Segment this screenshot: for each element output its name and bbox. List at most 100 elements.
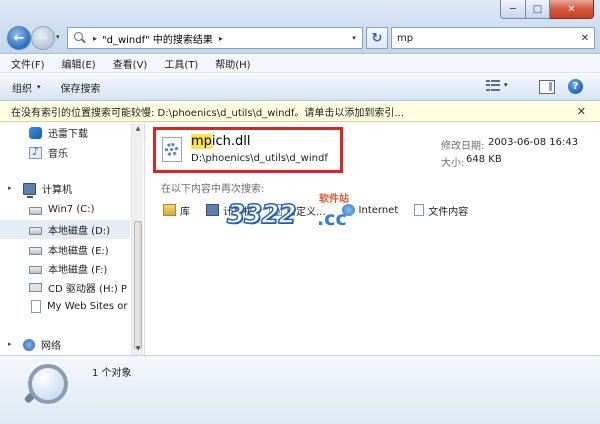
sidebar-item-drive-e[interactable]: 本地磁盘 (E:) bbox=[0, 240, 130, 259]
magnifier-icon bbox=[23, 362, 82, 420]
info-bar-text[interactable]: 在没有索引的位置搜索可能较慢: D:\phoenics\d_utils\d_wi… bbox=[11, 104, 404, 119]
menu-tools[interactable]: 工具(T) bbox=[164, 56, 198, 71]
sidebar-item-network[interactable]: 网络 bbox=[0, 335, 130, 354]
breadcrumb-location[interactable]: "d_windf" 中的搜索结果 bbox=[102, 31, 213, 46]
clear-search-icon[interactable]: ✕ bbox=[576, 33, 594, 44]
search-location-library[interactable]: 库 bbox=[163, 203, 190, 218]
sidebar-item-drive-d[interactable]: 本地磁盘 (D:) bbox=[0, 220, 130, 239]
file-name[interactable]: mpich.dll bbox=[191, 134, 251, 149]
file-path: D:\phoenics\d_utils\d_windf bbox=[191, 153, 328, 164]
refresh-button[interactable]: ↻ bbox=[366, 27, 388, 49]
modified-value: 2003-06-08 16:43 bbox=[488, 137, 579, 148]
size-value: 648 KB bbox=[466, 154, 502, 165]
preview-pane-button[interactable] bbox=[539, 80, 555, 94]
breadcrumb-separator[interactable]: ▸ bbox=[93, 34, 97, 43]
menu-edit[interactable]: 编辑(E) bbox=[62, 56, 96, 71]
sidebar-item-web-sites[interactable]: My Web Sites or bbox=[0, 297, 130, 316]
command-bar: 组织 ▾ 保存搜索 ▾ ? bbox=[0, 74, 600, 101]
sidebar-item-label: 迅雷下载 bbox=[48, 129, 88, 140]
scroll-up-arrow[interactable]: ▲ bbox=[133, 124, 143, 134]
location-label: 自定义... bbox=[286, 206, 326, 218]
menu-view[interactable]: 查看(V) bbox=[113, 56, 148, 71]
network-icon bbox=[23, 338, 35, 351]
search-input[interactable]: mp ✕ bbox=[391, 27, 595, 49]
scrollbar-thumb[interactable] bbox=[134, 221, 142, 349]
file-name-rest: ich.dll bbox=[211, 134, 251, 149]
thunder-icon bbox=[29, 126, 42, 139]
back-button[interactable]: ← bbox=[7, 26, 31, 50]
location-label: 计算机 bbox=[223, 206, 253, 218]
sidebar-item-label: 网络 bbox=[41, 341, 61, 352]
window-title-bar: ─ □ ✕ ← → ▾ ▸ "d_windf" 中的搜索结果 ▸ ▾ ↻ mp … bbox=[0, 0, 600, 54]
nav-scrollbar[interactable]: ▲ ▼ bbox=[131, 123, 143, 355]
drive-icon bbox=[29, 226, 42, 235]
item-count: 1 个对象 bbox=[92, 368, 132, 379]
computer-icon bbox=[206, 204, 219, 216]
help-button[interactable]: ? bbox=[568, 79, 583, 94]
sidebar-item-label: My Web Sites or bbox=[47, 301, 128, 312]
results-pane: mpich.dll D:\phoenics\d_utils\d_windf 修改… bbox=[144, 123, 600, 355]
chevron-down-icon: ▾ bbox=[504, 81, 508, 89]
address-bar[interactable]: ▸ "d_windf" 中的搜索结果 ▸ ▾ bbox=[67, 27, 363, 49]
match-highlight: mp bbox=[191, 134, 212, 149]
drive-icon bbox=[29, 265, 42, 274]
minimize-button[interactable]: ─ bbox=[500, 0, 526, 19]
navigation-pane: 迅雷下载 音乐 ▸ 计算机 Win7 (C:) 本地磁盘 (D:) 本地磁盘 (… bbox=[0, 123, 143, 355]
location-label: Internet bbox=[358, 204, 399, 216]
dll-file-icon bbox=[162, 137, 182, 162]
search-again-locations: 库 计算机 自定义... Internet 文件内容 bbox=[163, 202, 484, 218]
sidebar-item-computer[interactable]: 计算机 bbox=[0, 179, 130, 198]
recent-pages-dropdown[interactable]: ▾ bbox=[56, 33, 60, 41]
save-search-label: 保存搜索 bbox=[60, 83, 101, 95]
sidebar-item-music[interactable]: 音乐 bbox=[0, 143, 130, 162]
maximize-button[interactable]: □ bbox=[526, 0, 550, 19]
search-location-custom[interactable]: 自定义... bbox=[269, 203, 326, 218]
sidebar-item-label: Win7 (C:) bbox=[48, 204, 95, 215]
menu-bar: 文件(F) 编辑(E) 查看(V) 工具(T) 帮助(H) bbox=[0, 55, 600, 73]
sidebar-item-drive-f[interactable]: 本地磁盘 (F:) bbox=[0, 259, 130, 278]
address-dropdown[interactable]: ▾ bbox=[346, 28, 362, 48]
cd-drive-icon bbox=[29, 283, 42, 292]
drive-icon bbox=[29, 206, 42, 215]
sidebar-item-cd-drive[interactable]: CD 驱动器 (H:) P bbox=[0, 278, 130, 297]
search-location-file-contents[interactable]: 文件内容 bbox=[414, 203, 468, 218]
custom-search-icon bbox=[269, 204, 282, 216]
location-label: 文件内容 bbox=[428, 206, 469, 218]
sidebar-item-label: 本地磁盘 (D:) bbox=[48, 226, 111, 237]
drive-icon bbox=[29, 246, 42, 255]
web-folder-icon bbox=[31, 300, 41, 313]
refresh-icon: ↻ bbox=[371, 30, 383, 46]
organize-label: 组织 bbox=[12, 83, 32, 95]
close-button[interactable]: ✕ bbox=[550, 0, 594, 19]
search-location-internet[interactable]: Internet bbox=[341, 204, 399, 216]
search-icon bbox=[73, 31, 87, 45]
save-search-button[interactable]: 保存搜索 bbox=[61, 80, 101, 95]
sidebar-item-label: CD 驱动器 (H:) P bbox=[48, 284, 127, 295]
music-icon bbox=[29, 145, 42, 159]
sidebar-item-label: 计算机 bbox=[42, 185, 72, 196]
forward-button[interactable]: → bbox=[31, 26, 55, 50]
breadcrumb-separator-end[interactable]: ▸ bbox=[219, 34, 223, 43]
sidebar-item-drive-c[interactable]: Win7 (C:) bbox=[0, 200, 130, 219]
menu-file[interactable]: 文件(F) bbox=[11, 56, 45, 71]
sidebar-item-thunder-downloads[interactable]: 迅雷下载 bbox=[0, 123, 130, 142]
menu-help[interactable]: 帮助(H) bbox=[215, 56, 250, 71]
details-view-icon bbox=[486, 79, 500, 91]
change-view-button[interactable]: ▾ bbox=[486, 79, 508, 91]
search-again-label: 在以下内容中再次搜索: bbox=[161, 184, 265, 195]
library-icon bbox=[163, 204, 176, 216]
location-label: 库 bbox=[180, 206, 190, 218]
search-result-item[interactable]: mpich.dll D:\phoenics\d_utils\d_windf 修改… bbox=[153, 127, 595, 175]
size-label: 大小: bbox=[441, 158, 465, 169]
internet-icon bbox=[341, 204, 355, 216]
file-contents-icon bbox=[414, 204, 425, 216]
organize-button[interactable]: 组织 ▾ bbox=[12, 80, 41, 95]
scroll-down-arrow[interactable]: ▼ bbox=[133, 344, 143, 354]
close-icon[interactable]: ✕ bbox=[577, 105, 586, 118]
sidebar-item-label: 本地磁盘 (E:) bbox=[48, 246, 109, 257]
help-icon: ? bbox=[572, 81, 579, 92]
chevron-down-icon: ▾ bbox=[37, 83, 41, 91]
search-location-computer[interactable]: 计算机 bbox=[206, 203, 253, 218]
index-info-bar[interactable]: 在没有索引的位置搜索可能较慢: D:\phoenics\d_utils\d_wi… bbox=[0, 102, 600, 122]
search-query[interactable]: mp bbox=[397, 33, 413, 44]
